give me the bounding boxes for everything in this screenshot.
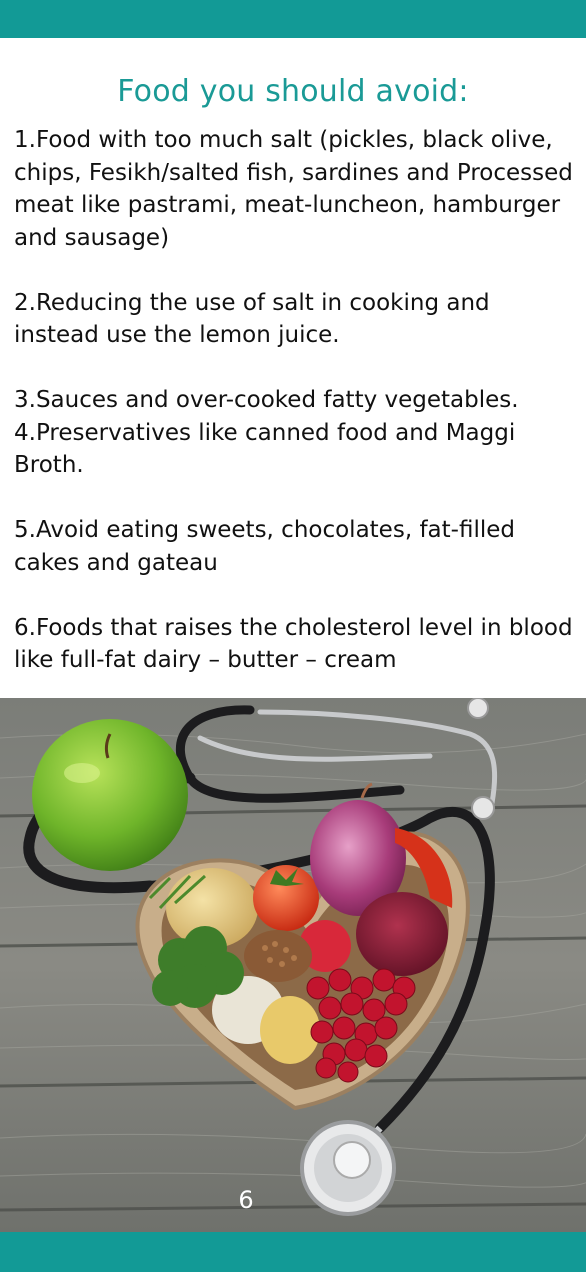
avoid-list: 1.Food with too much salt (pickles, blac… (14, 124, 576, 677)
list-item-5: 5.Avoid eating sweets, chocolates, fat-f… (14, 517, 515, 576)
list-item-1: 1.Food with too much salt (pickles, blac… (14, 127, 573, 251)
page-number: 6 (238, 1186, 254, 1214)
top-band (0, 0, 586, 38)
bottom-band (0, 1232, 586, 1272)
list-item-4: 4.Preservatives like canned food and Mag… (14, 419, 516, 479)
list-item-2: 2.Reducing the use of salt in cooking an… (14, 289, 490, 349)
list-item-6: 6.Foods that raises the cholesterol leve… (14, 614, 573, 674)
healthy-food-photo (0, 698, 586, 1232)
page-title: Food you should avoid: (117, 74, 469, 109)
list-item-3: 3.Sauces and over-cooked fatty vegetable… (14, 387, 519, 413)
